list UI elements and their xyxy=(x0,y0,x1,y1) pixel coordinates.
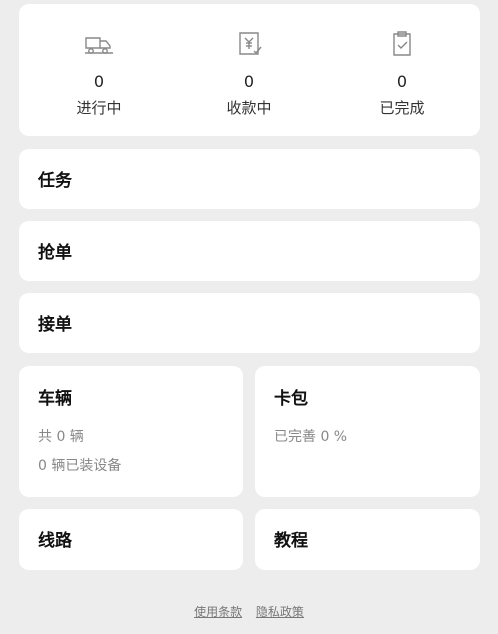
menu-item-label: 任务 xyxy=(38,171,72,191)
stat-label: 已完成 xyxy=(379,99,425,117)
stat-value: 0 xyxy=(243,72,255,91)
card-pack-progress: 已完善 0 % xyxy=(274,429,348,445)
yen-receipt-icon xyxy=(239,32,262,55)
route-card[interactable]: 线路 xyxy=(19,509,243,570)
menu-item-accept-order[interactable]: 接单 xyxy=(19,293,480,353)
privacy-policy-link[interactable]: 隐私政策 xyxy=(256,605,304,619)
tutorial-title: 教程 xyxy=(274,531,308,551)
terms-of-use-link[interactable]: 使用条款 xyxy=(194,605,242,619)
stat-label: 进行中 xyxy=(76,99,122,117)
vehicle-count: 共 0 辆 xyxy=(38,429,84,445)
route-title: 线路 xyxy=(38,531,72,551)
tutorial-card[interactable]: 教程 xyxy=(255,509,480,570)
page: 0 进行中 0 收款中 0 已完成 任务 抢单 接单 车辆 共 0 辆 0 辆已… xyxy=(0,0,498,634)
stat-label: 收款中 xyxy=(226,99,272,117)
menu-item-grab-order[interactable]: 抢单 xyxy=(19,221,480,281)
vehicle-device-count: 0 辆已装设备 xyxy=(38,458,122,474)
stat-in-progress[interactable]: 0 进行中 xyxy=(34,4,164,136)
menu-item-label: 接单 xyxy=(38,315,72,335)
card-pack-card[interactable]: 卡包 已完善 0 % xyxy=(255,366,480,497)
menu-item-label: 抢单 xyxy=(38,243,72,263)
clipboard-check-icon xyxy=(393,31,411,56)
menu-item-task[interactable]: 任务 xyxy=(19,149,480,209)
stat-collecting[interactable]: 0 收款中 xyxy=(184,4,314,136)
stat-value: 0 xyxy=(396,72,408,91)
footer-links: 使用条款 隐私政策 xyxy=(0,603,498,620)
stat-completed[interactable]: 0 已完成 xyxy=(337,4,467,136)
vehicle-title: 车辆 xyxy=(38,389,72,409)
order-stats-card: 0 进行中 0 收款中 0 已完成 xyxy=(19,4,480,136)
truck-icon xyxy=(85,37,113,54)
vehicle-card[interactable]: 车辆 共 0 辆 0 辆已装设备 xyxy=(19,366,243,497)
stat-value: 0 xyxy=(93,72,105,91)
card-pack-title: 卡包 xyxy=(274,389,308,409)
